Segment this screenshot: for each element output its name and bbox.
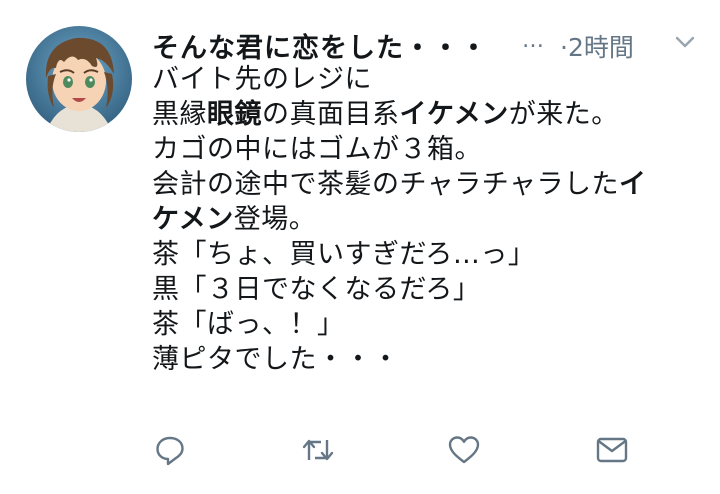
- tweet-line: 茶「ばっ、！」: [152, 309, 345, 340]
- timestamp[interactable]: ·2時間: [560, 28, 634, 64]
- tweet-line: 茶「ちょ、買いすぎだろ…っ」: [152, 239, 536, 270]
- tweet-line: 薄ピタでした・・・: [152, 344, 400, 375]
- envelope-icon: [596, 437, 628, 463]
- reply-button[interactable]: [152, 432, 188, 468]
- tweet-text: バイト先のレジに 黒縁眼鏡の真面目系イケメンが来た。 カゴの中にはゴムが３箱。 …: [152, 62, 702, 377]
- tweet-line: ケメン登場。: [152, 204, 317, 235]
- tweet-line: バイト先のレジに: [152, 64, 372, 95]
- tweet-line: 黒「３日でなくなるだろ」: [152, 274, 481, 305]
- action-bar: [152, 432, 632, 472]
- display-name[interactable]: そんな君に恋をした・・・: [152, 26, 488, 65]
- tweet-card[interactable]: そんな君に恋をした・・・ … ·2時間 バイト先のレジに 黒縁眼鏡の真面目系イケ…: [0, 0, 720, 494]
- tweet-header: そんな君に恋をした・・・ … ·2時間: [152, 20, 704, 66]
- heart-icon: [448, 436, 480, 464]
- chevron-down-icon[interactable]: [674, 34, 696, 50]
- avatar-image: [26, 26, 132, 132]
- tweet-line: 黒縁眼鏡の真面目系イケメンが来た。: [152, 99, 619, 130]
- tweet-line: カゴの中にはゴムが３箱。: [152, 134, 482, 165]
- retweet-icon: [302, 439, 334, 461]
- tweet-line: 会計の途中で茶髪のチャラチャラしたイ: [152, 169, 647, 200]
- like-button[interactable]: [446, 432, 482, 468]
- reply-icon: [156, 436, 184, 466]
- avatar[interactable]: [26, 26, 132, 132]
- retweet-button[interactable]: [300, 432, 336, 468]
- direct-message-button[interactable]: [594, 432, 630, 468]
- name-ellipsis: …: [522, 28, 544, 53]
